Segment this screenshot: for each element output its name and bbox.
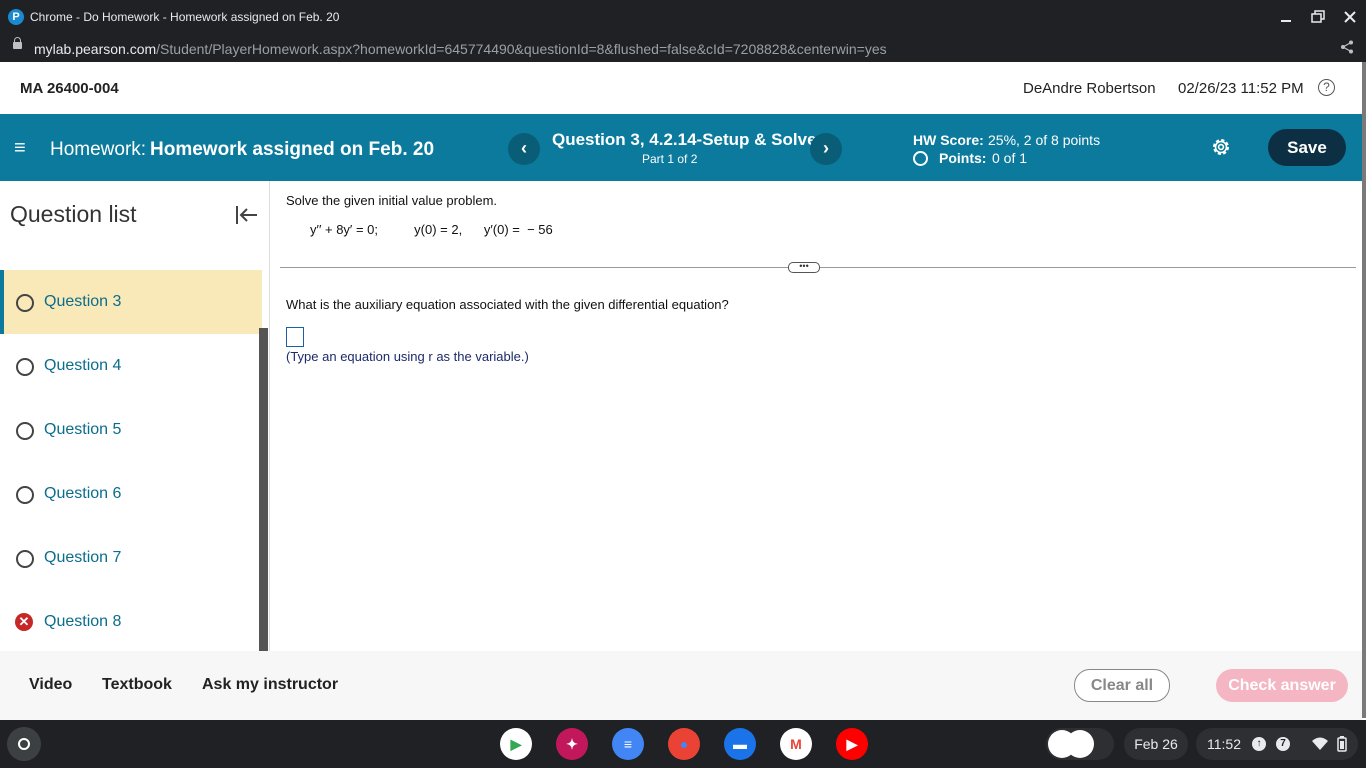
help-icon[interactable]: ? (1318, 79, 1335, 96)
question-item-8[interactable]: ✕ Question 8 (0, 590, 258, 651)
current-datetime: 02/26/23 11:52 PM (1178, 80, 1304, 97)
url-host: mylab.pearson.com (34, 41, 157, 57)
youtube-icon[interactable]: ▶ (836, 728, 868, 760)
wifi-icon (1312, 737, 1328, 754)
holding-item-icon (1066, 730, 1094, 758)
files-icon[interactable]: ▬ (724, 728, 756, 760)
answer-input[interactable] (286, 327, 304, 347)
question-item-label: Question 5 (44, 421, 122, 438)
unanswered-circle-icon (16, 486, 34, 504)
question-list-sidebar: Question list Question 3 Question 4 Ques… (0, 181, 270, 651)
homework-title: Homework assigned on Feb. 20 (150, 139, 435, 160)
points-label: Points: (939, 150, 987, 166)
close-icon[interactable] (1340, 7, 1360, 27)
answer-hint: (Type an equation using r as the variabl… (286, 349, 529, 364)
question-item-6[interactable]: Question 6 (0, 462, 258, 526)
launcher-icon[interactable] (7, 727, 41, 761)
question-item-label: Question 8 (44, 613, 122, 630)
save-button[interactable]: Save (1268, 129, 1346, 166)
unanswered-circle-icon (16, 294, 34, 312)
pearson-logo-icon: P (8, 9, 24, 25)
play-store-icon[interactable]: ▶ (500, 728, 532, 760)
problem-equation: y′′ + 8y′ = 0; y(0) = 2, y′(0) = − 56 (310, 222, 553, 237)
next-question-button[interactable]: › (810, 133, 842, 165)
shelf-time: 11:52 (1207, 736, 1241, 752)
homework-nav-bar: ≡ Homework: Homework assigned on Feb. 20… (0, 114, 1362, 181)
gmail-icon[interactable]: M (780, 728, 812, 760)
textbook-link[interactable]: Textbook (102, 676, 172, 694)
shelf-date[interactable]: Feb 26 (1124, 728, 1188, 760)
hw-score-value: 25%, 2 of 8 points (988, 132, 1101, 148)
question-title: Question 3, 4.2.14-Setup & Solve (552, 130, 817, 149)
collapse-panel-icon[interactable] (235, 203, 259, 227)
question-item-label: Question 4 (44, 357, 122, 374)
url-text[interactable]: mylab.pearson.com/Student/PlayerHomework… (34, 41, 887, 57)
lock-icon (13, 37, 22, 49)
question-prompt: What is the auxiliary equation associate… (286, 297, 729, 312)
window-title-bar: P Chrome - Do Homework - Homework assign… (0, 0, 1366, 34)
holding-space-tray[interactable] (1046, 728, 1114, 760)
url-bar[interactable]: mylab.pearson.com/Student/PlayerHomework… (0, 34, 1366, 62)
restore-icon[interactable] (1308, 7, 1328, 27)
problem-instruction: Solve the given initial value problem. (286, 193, 498, 208)
page-scrollbar[interactable] (1362, 62, 1366, 718)
question-item-label: Question 7 (44, 549, 122, 566)
window-title: Chrome - Do Homework - Homework assigned… (30, 10, 340, 24)
check-answer-button[interactable]: Check answer (1216, 669, 1348, 702)
course-code: MA 26400-004 (20, 80, 119, 97)
clear-all-button[interactable]: Clear all (1074, 669, 1170, 702)
question-item-label: Question 3 (44, 293, 122, 310)
sidebar-scrollbar[interactable] (259, 328, 268, 651)
question-item-5[interactable]: Question 5 (0, 398, 258, 462)
unanswered-circle-icon (16, 550, 34, 568)
battery-icon (1337, 736, 1347, 755)
bottom-toolbar: Video Textbook Ask my instructor Clear a… (0, 651, 1362, 720)
ask-instructor-link[interactable]: Ask my instructor (202, 676, 338, 694)
status-tray[interactable]: 11:52 ↑ 7 (1196, 728, 1358, 760)
notification-count-icon: 7 (1276, 737, 1290, 751)
settings-gear-icon[interactable] (1210, 136, 1232, 158)
url-path: /Student/PlayerHomework.aspx?homeworkId=… (156, 41, 887, 57)
incorrect-x-icon: ✕ (15, 613, 33, 631)
question-item-7[interactable]: Question 7 (0, 526, 258, 590)
system-shelf: ▶ ✦ ≡ ● ▬ M ▶ Feb 26 11:52 ↑ 7 (0, 720, 1366, 768)
question-item-3[interactable]: Question 3 (0, 270, 262, 334)
question-item-4[interactable]: Question 4 (0, 334, 258, 398)
share-icon[interactable] (1340, 40, 1354, 57)
unanswered-circle-icon (16, 358, 34, 376)
previous-question-button[interactable]: ‹ (508, 133, 540, 165)
video-link[interactable]: Video (29, 676, 72, 694)
points-status-icon (913, 151, 928, 166)
question-item-label: Question 6 (44, 485, 122, 502)
docs-icon[interactable]: ≡ (612, 728, 644, 760)
question-list-title: Question list (10, 201, 137, 227)
homework-prefix: Homework: (50, 139, 147, 160)
divider-handle[interactable]: ••• (788, 262, 820, 273)
app-icon[interactable]: ✦ (556, 728, 588, 760)
unanswered-circle-icon (16, 422, 34, 440)
minimize-icon[interactable] (1276, 7, 1296, 27)
chrome-icon[interactable]: ● (668, 728, 700, 760)
upload-status-icon: ↑ (1252, 737, 1266, 751)
question-part: Part 1 of 2 (642, 152, 698, 166)
user-name: DeAndre Robertson (1023, 80, 1156, 97)
points-value: 0 of 1 (992, 150, 1028, 166)
menu-icon[interactable]: ≡ (14, 138, 26, 158)
hw-score-label: HW Score: (913, 132, 984, 148)
